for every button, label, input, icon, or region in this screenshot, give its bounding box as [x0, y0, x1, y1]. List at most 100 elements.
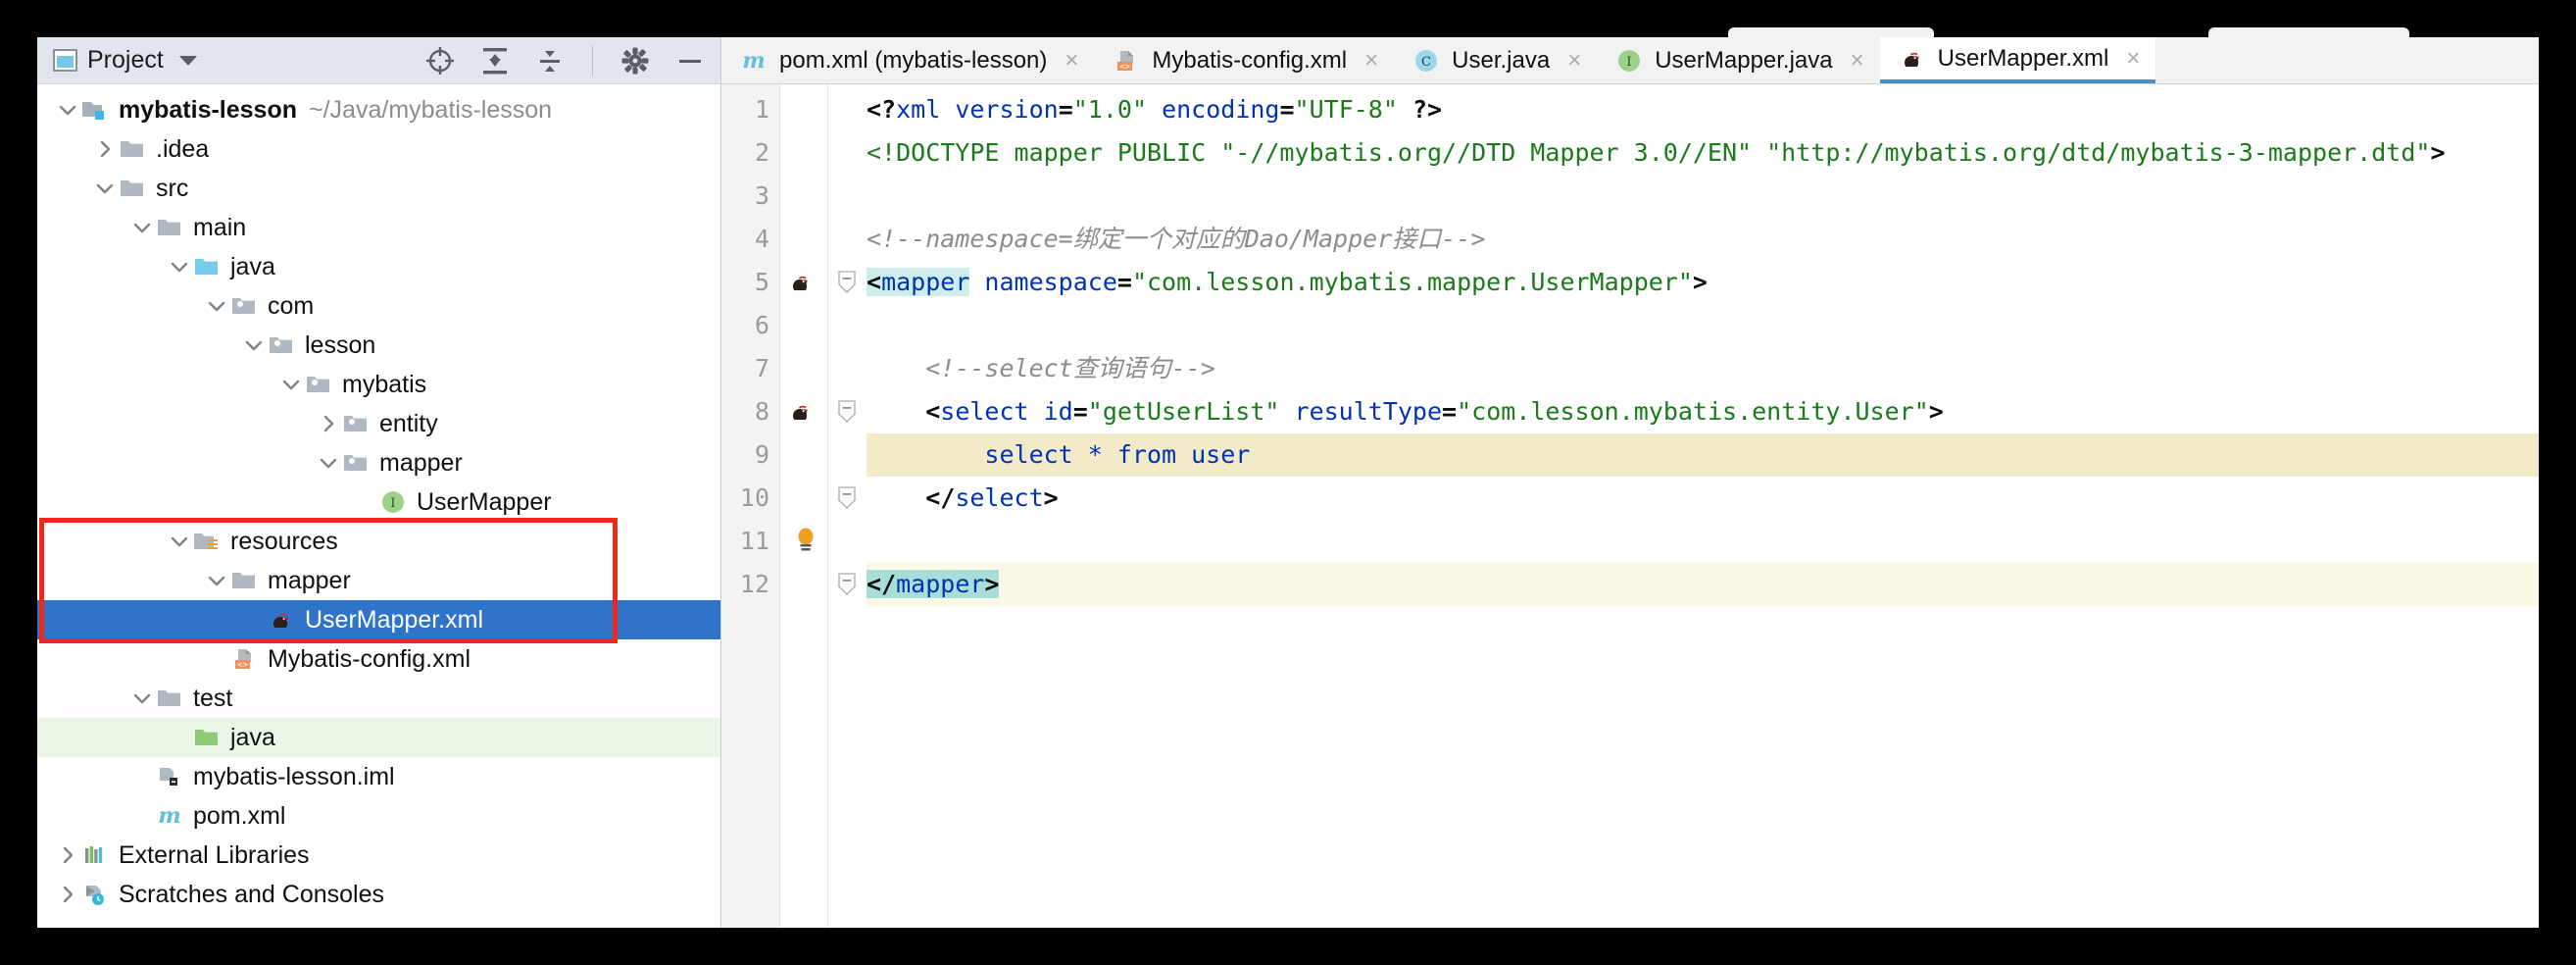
- scratches-icon: [80, 880, 110, 909]
- code-line[interactable]: select * from user: [867, 433, 2539, 477]
- close-icon[interactable]: ×: [1065, 48, 1078, 73]
- code-token: xml: [896, 95, 941, 124]
- gutter-marker-empty: [780, 175, 827, 218]
- tree-item-mybatis-lesson-iml[interactable]: mybatis-lesson.iml: [37, 757, 720, 796]
- chevron-down-icon[interactable]: [178, 55, 197, 66]
- line-number: 2: [754, 138, 769, 167]
- chevron-down-icon[interactable]: [129, 215, 155, 240]
- ide-body: Project mybatis-lesson ~/Java/mybatis-le…: [37, 37, 2539, 928]
- locate-icon[interactable]: [423, 44, 457, 77]
- tree-item-label: src: [156, 174, 189, 202]
- code-editor[interactable]: 1 2 3 4 5 6 7 8 9 10 11 12 <?xml version="1.0" enco…: [721, 84, 2539, 928]
- code-line[interactable]: </select>: [867, 477, 2539, 520]
- collapse-all-icon[interactable]: [533, 44, 567, 77]
- tree-item-main[interactable]: main: [37, 208, 720, 247]
- tree-item-label: main: [193, 213, 247, 241]
- gutter-marker-empty: [780, 347, 827, 390]
- tree-item-lesson[interactable]: lesson: [37, 326, 720, 365]
- tree-item-idea[interactable]: .idea: [37, 129, 720, 169]
- code-token: "UTF-8": [1294, 95, 1398, 124]
- code-line[interactable]: <mapper namespace="com.lesson.mybatis.ma…: [867, 261, 2539, 304]
- editor-tab-mybatis-config-xml[interactable]: <> Mybatis-config.xml ×: [1094, 37, 1394, 83]
- chevron-right-icon[interactable]: [92, 136, 118, 162]
- tree-item-scratches-and-consoles[interactable]: Scratches and Consoles: [37, 875, 720, 914]
- fold-gutter-empty: [828, 218, 867, 261]
- tree-item-mybatis[interactable]: mybatis: [37, 365, 720, 404]
- tree-item-java[interactable]: java: [37, 247, 720, 286]
- code-line[interactable]: <!DOCTYPE mapper PUBLIC "-//mybatis.org/…: [867, 131, 2539, 175]
- code-token: >: [1928, 397, 1944, 426]
- code-line[interactable]: <!--namespace=绑定一个对应的Dao/Mapper接口-->: [867, 218, 2539, 261]
- gear-icon[interactable]: [619, 44, 652, 77]
- tree-item-resources[interactable]: resources: [37, 522, 720, 561]
- chevron-down-icon[interactable]: [167, 529, 192, 554]
- tree-item-mapper[interactable]: mapper: [37, 443, 720, 482]
- mybatis-bird-icon[interactable]: [780, 390, 827, 433]
- bulb-icon[interactable]: [780, 520, 827, 563]
- tree-item-src[interactable]: src: [37, 169, 720, 208]
- editor-tab-usermapper-java[interactable]: I UserMapper.java ×: [1597, 37, 1879, 83]
- fold-toggle-icon[interactable]: [828, 477, 867, 520]
- chevron-down-icon[interactable]: [167, 254, 192, 279]
- tree-item-test[interactable]: test: [37, 679, 720, 718]
- editor-tab-bar[interactable]: m pom.xml (mybatis-lesson) × <> Mybatis-conf…: [721, 37, 2539, 84]
- tree-item-usermapper-xml[interactable]: UserMapper.xml: [37, 600, 720, 639]
- chevron-down-icon[interactable]: [278, 372, 304, 397]
- code-line[interactable]: [867, 304, 2539, 347]
- chevron-down-icon[interactable]: [204, 568, 229, 593]
- chevron-down-icon[interactable]: [55, 97, 80, 123]
- code-line[interactable]: </mapper>: [867, 563, 2539, 606]
- code-line[interactable]: [867, 520, 2539, 563]
- editor-tab-user-java[interactable]: C User.java ×: [1394, 37, 1597, 83]
- mybatis-bird-icon[interactable]: [780, 261, 827, 304]
- tree-item-entity[interactable]: entity: [37, 404, 720, 443]
- fold-toggle-icon[interactable]: [828, 390, 867, 433]
- chevron-down-icon[interactable]: [241, 332, 267, 358]
- fold-gutter-empty: [828, 131, 867, 175]
- expand-all-icon[interactable]: [478, 44, 512, 77]
- tree-item-com[interactable]: com: [37, 286, 720, 326]
- fold-toggle-icon[interactable]: [828, 261, 867, 304]
- tree-item-mapper[interactable]: mapper: [37, 561, 720, 600]
- project-tree[interactable]: mybatis-lesson ~/Java/mybatis-lesson .idea…: [37, 84, 720, 928]
- tree-item-usermapper[interactable]: I UserMapper: [37, 482, 720, 522]
- chevron-right-icon[interactable]: [55, 882, 80, 907]
- code-folding-gutter[interactable]: [827, 84, 867, 928]
- code-line[interactable]: <!--select查询语句-->: [867, 347, 2539, 390]
- code-line[interactable]: <select id="getUserList" resultType="com…: [867, 390, 2539, 433]
- editor-tab-pom-xml-mybatis-lesson[interactable]: m pom.xml (mybatis-lesson) ×: [721, 37, 1094, 83]
- chevron-right-icon[interactable]: [55, 842, 80, 868]
- chevron-down-icon[interactable]: [316, 450, 341, 476]
- tree-item-label: mapper: [268, 566, 351, 594]
- code-token: "getUserList": [1087, 397, 1280, 426]
- tree-item-mybatis-config-xml[interactable]: <> Mybatis-config.xml: [37, 639, 720, 679]
- tree-item-label: resources: [230, 527, 338, 555]
- code-line[interactable]: [867, 175, 2539, 218]
- libraries-icon: [80, 840, 110, 870]
- line-number: 9: [754, 440, 769, 469]
- mybatis-bird-icon: [1898, 44, 1927, 74]
- fold-toggle-icon[interactable]: [828, 563, 867, 606]
- close-icon[interactable]: ×: [2126, 46, 2140, 71]
- tree-item-java[interactable]: java: [37, 718, 720, 757]
- code-token: <?: [867, 95, 897, 124]
- close-icon[interactable]: ×: [1364, 48, 1378, 73]
- editor-tab-usermapper-xml[interactable]: UserMapper.xml ×: [1879, 37, 2156, 83]
- close-icon[interactable]: ×: [1851, 48, 1864, 73]
- close-icon[interactable]: ×: [1567, 48, 1581, 73]
- code-line[interactable]: <?xml version="1.0" encoding="UTF-8" ?>: [867, 88, 2539, 131]
- chevron-right-icon[interactable]: [316, 411, 341, 436]
- ghost-tab-2: [2208, 27, 2409, 37]
- code-token: =: [1058, 95, 1073, 124]
- tree-item-label: UserMapper: [417, 487, 552, 516]
- gutter-markers[interactable]: [780, 84, 827, 928]
- project-view-selector[interactable]: Project: [53, 46, 197, 75]
- chevron-down-icon[interactable]: [92, 176, 118, 201]
- chevron-down-icon[interactable]: [204, 293, 229, 319]
- tree-item-external-libraries[interactable]: External Libraries: [37, 836, 720, 875]
- chevron-down-icon[interactable]: [129, 686, 155, 711]
- tree-item-mybatis-lesson[interactable]: mybatis-lesson ~/Java/mybatis-lesson: [37, 90, 720, 129]
- tree-item-pom-xml[interactable]: m pom.xml: [37, 796, 720, 836]
- minimize-icon[interactable]: [673, 44, 707, 77]
- code-content[interactable]: <?xml version="1.0" encoding="UTF-8" ?> <…: [867, 84, 2539, 928]
